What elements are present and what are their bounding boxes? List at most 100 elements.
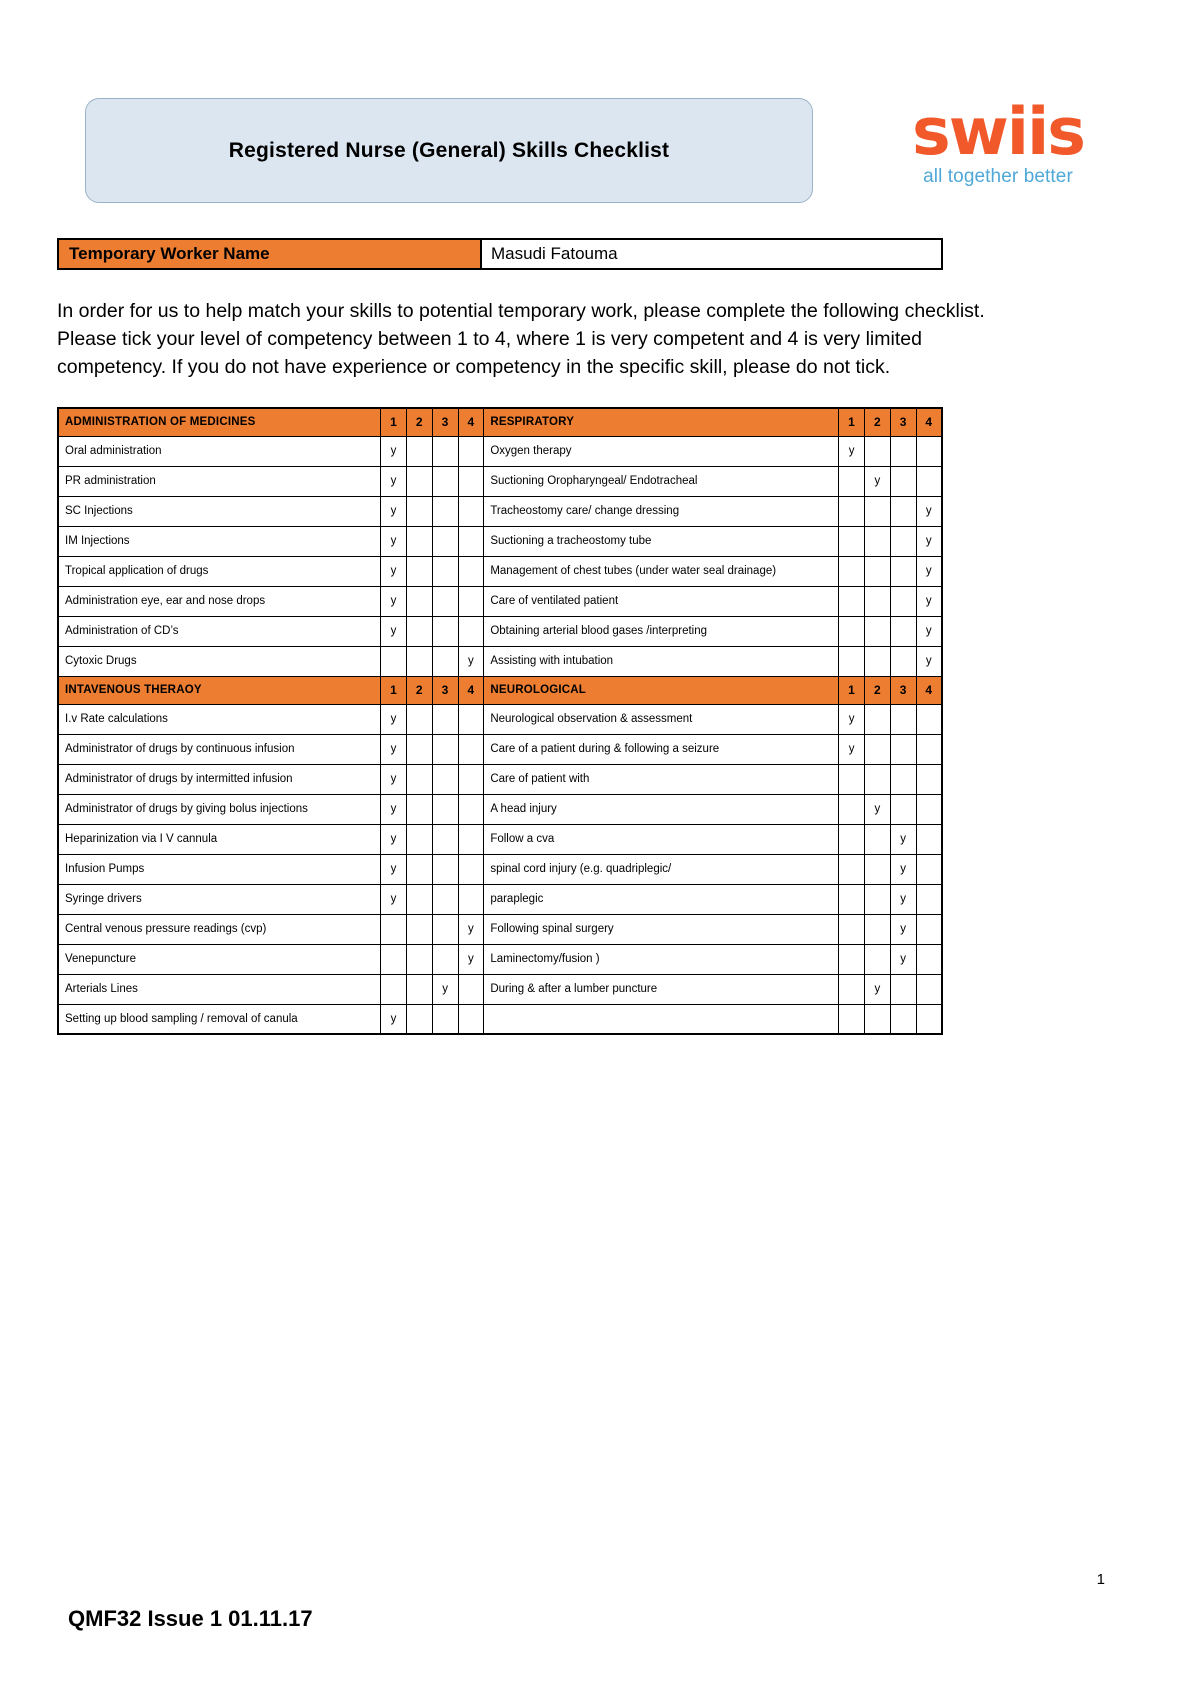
score-cell-4[interactable] xyxy=(457,435,485,467)
score-cell-2[interactable] xyxy=(863,883,891,915)
score-cell-4[interactable] xyxy=(915,793,943,825)
score-cell-1-checked[interactable]: y xyxy=(380,1003,407,1035)
score-cell-4[interactable] xyxy=(915,703,943,735)
score-cell-1[interactable] xyxy=(838,495,865,527)
score-cell-1-checked[interactable]: y xyxy=(838,435,865,467)
score-cell-4[interactable] xyxy=(457,525,485,557)
score-cell-1-checked[interactable]: y xyxy=(838,703,865,735)
score-cell-3-checked[interactable]: y xyxy=(889,883,917,915)
score-cell-4[interactable] xyxy=(457,763,485,795)
score-cell-2[interactable] xyxy=(863,943,891,975)
score-cell-1-checked[interactable]: y xyxy=(380,555,407,587)
score-cell-4-checked[interactable]: y xyxy=(915,495,943,527)
score-cell-3[interactable] xyxy=(431,823,459,855)
score-cell-2[interactable] xyxy=(405,1003,433,1035)
score-cell-2[interactable] xyxy=(863,763,891,795)
score-cell-3[interactable] xyxy=(889,435,917,467)
score-cell-1-checked[interactable]: y xyxy=(380,793,407,825)
score-cell-3[interactable] xyxy=(431,435,459,467)
score-cell-4[interactable] xyxy=(457,555,485,587)
score-cell-3[interactable] xyxy=(889,733,917,765)
score-cell-1[interactable] xyxy=(838,763,865,795)
score-cell-2[interactable] xyxy=(863,645,891,677)
score-cell-4[interactable] xyxy=(457,495,485,527)
score-cell-2[interactable] xyxy=(405,645,433,677)
score-cell-3[interactable] xyxy=(431,525,459,557)
score-cell-3[interactable] xyxy=(889,555,917,587)
score-cell-1[interactable] xyxy=(838,793,865,825)
score-cell-2[interactable] xyxy=(405,913,433,945)
score-cell-4-checked[interactable]: y xyxy=(915,585,943,617)
score-cell-3[interactable] xyxy=(431,585,459,617)
score-cell-2[interactable] xyxy=(405,525,433,557)
score-cell-2[interactable] xyxy=(405,555,433,587)
score-cell-3-checked[interactable]: y xyxy=(889,913,917,945)
score-cell-2[interactable] xyxy=(863,435,891,467)
score-cell-4-checked[interactable]: y xyxy=(457,943,485,975)
score-cell-4[interactable] xyxy=(915,943,943,975)
score-cell-4[interactable] xyxy=(915,733,943,765)
score-cell-4-checked[interactable]: y xyxy=(457,645,485,677)
score-cell-4-checked[interactable]: y xyxy=(915,615,943,647)
score-cell-2-checked[interactable]: y xyxy=(863,465,891,497)
score-cell-4[interactable] xyxy=(915,883,943,915)
score-cell-2[interactable] xyxy=(863,733,891,765)
score-cell-2[interactable] xyxy=(405,435,433,467)
score-cell-4-checked[interactable]: y xyxy=(915,555,943,587)
score-cell-2-checked[interactable]: y xyxy=(863,973,891,1005)
score-cell-2[interactable] xyxy=(405,793,433,825)
score-cell-2[interactable] xyxy=(863,555,891,587)
score-cell-2[interactable] xyxy=(405,703,433,735)
score-cell-4[interactable] xyxy=(457,465,485,497)
score-cell-1[interactable] xyxy=(838,465,865,497)
score-cell-4[interactable] xyxy=(457,733,485,765)
score-cell-3[interactable] xyxy=(431,853,459,885)
score-cell-1[interactable] xyxy=(838,913,865,945)
score-cell-1[interactable] xyxy=(380,645,407,677)
score-cell-4[interactable] xyxy=(915,913,943,945)
score-cell-4[interactable] xyxy=(457,793,485,825)
score-cell-2[interactable] xyxy=(405,973,433,1005)
score-cell-1[interactable] xyxy=(380,973,407,1005)
score-cell-3[interactable] xyxy=(431,913,459,945)
score-cell-1-checked[interactable]: y xyxy=(380,585,407,617)
score-cell-4[interactable] xyxy=(457,615,485,647)
score-cell-3[interactable] xyxy=(431,733,459,765)
score-cell-1[interactable] xyxy=(838,645,865,677)
score-cell-4[interactable] xyxy=(457,973,485,1005)
score-cell-2[interactable] xyxy=(405,615,433,647)
score-cell-1-checked[interactable]: y xyxy=(380,853,407,885)
score-cell-1[interactable] xyxy=(838,883,865,915)
score-cell-3[interactable] xyxy=(889,1003,917,1035)
score-cell-4[interactable] xyxy=(915,853,943,885)
score-cell-3[interactable] xyxy=(431,703,459,735)
score-cell-3-checked[interactable]: y xyxy=(889,943,917,975)
score-cell-1[interactable] xyxy=(838,525,865,557)
score-cell-4[interactable] xyxy=(915,465,943,497)
score-cell-1[interactable] xyxy=(838,1003,865,1035)
score-cell-2[interactable] xyxy=(405,465,433,497)
score-cell-2[interactable] xyxy=(863,1003,891,1035)
score-cell-2[interactable] xyxy=(405,823,433,855)
score-cell-2[interactable] xyxy=(405,763,433,795)
score-cell-4[interactable] xyxy=(915,823,943,855)
score-cell-2[interactable] xyxy=(405,585,433,617)
score-cell-1-checked[interactable]: y xyxy=(380,615,407,647)
score-cell-1-checked[interactable]: y xyxy=(380,883,407,915)
score-cell-4[interactable] xyxy=(915,1003,943,1035)
score-cell-1-checked[interactable]: y xyxy=(380,733,407,765)
score-cell-3[interactable] xyxy=(889,585,917,617)
score-cell-2[interactable] xyxy=(863,585,891,617)
score-cell-3[interactable] xyxy=(889,793,917,825)
score-cell-1[interactable] xyxy=(838,853,865,885)
score-cell-1-checked[interactable]: y xyxy=(380,525,407,557)
score-cell-4[interactable] xyxy=(457,883,485,915)
score-cell-1[interactable] xyxy=(838,555,865,587)
score-cell-3[interactable] xyxy=(431,793,459,825)
score-cell-2[interactable] xyxy=(863,823,891,855)
temporary-worker-name-value[interactable]: Masudi Fatouma xyxy=(482,240,941,268)
score-cell-2[interactable] xyxy=(863,495,891,527)
score-cell-1[interactable] xyxy=(838,823,865,855)
score-cell-2[interactable] xyxy=(863,913,891,945)
score-cell-1-checked[interactable]: y xyxy=(380,465,407,497)
